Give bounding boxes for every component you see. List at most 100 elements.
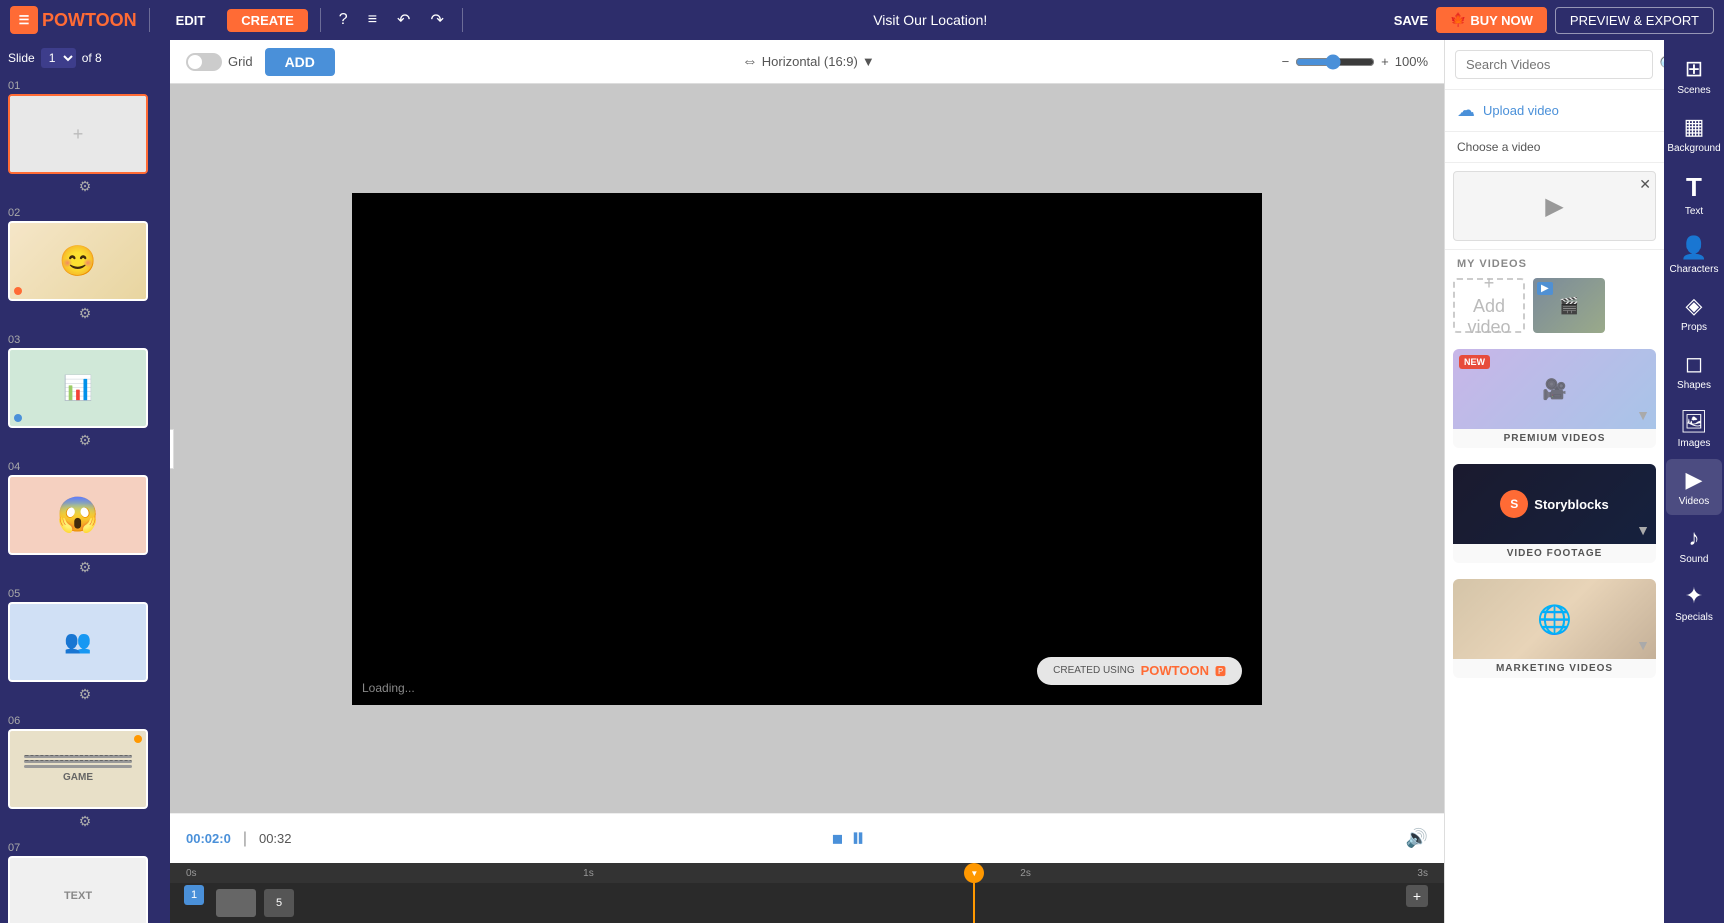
- slide-thumb-2[interactable]: 😊: [8, 221, 148, 301]
- topbar-divider2: [320, 8, 321, 32]
- slide-settings-4[interactable]: ⚙: [79, 559, 92, 576]
- slide-icon-bar-1: ⚙: [8, 174, 162, 199]
- slide-settings-5[interactable]: ⚙: [79, 686, 92, 703]
- watermark: CREATED USING POWTOON 🅿: [1037, 657, 1242, 685]
- topbar-divider1: [149, 8, 150, 32]
- slide-number-select[interactable]: 1 2 3 4 5 6 7 8: [41, 48, 76, 68]
- preview-export-button[interactable]: PREVIEW & EXPORT: [1555, 7, 1714, 34]
- slide-thumb-7[interactable]: TEXT: [8, 856, 148, 923]
- center-area: Grid ADD ⇔ Horizontal (16:9) ▼ − + 100% …: [170, 40, 1444, 923]
- images-icon: 🖼: [1680, 409, 1708, 435]
- slide-thumb-5[interactable]: 👥: [8, 602, 148, 682]
- add-button[interactable]: ADD: [265, 48, 335, 76]
- slide-label: Slide: [8, 51, 35, 65]
- slide-thumb-inner-5: 👥: [10, 604, 146, 680]
- slide-item-2[interactable]: 02 😊 ⚙: [8, 207, 162, 326]
- timeline-track: 5: [200, 883, 1444, 923]
- sidebar-item-shapes[interactable]: ◻ Shapes: [1666, 343, 1722, 399]
- slide-item-4[interactable]: 04 😱 ⚙: [8, 461, 162, 580]
- timeline-add-button[interactable]: +: [1406, 885, 1428, 907]
- create-button[interactable]: CREATE: [227, 9, 307, 32]
- help-button[interactable]: ?: [333, 7, 354, 33]
- upload-video-button[interactable]: ☁ Upload video: [1445, 90, 1664, 132]
- slide-thumb-4[interactable]: 😱: [8, 475, 148, 555]
- slide-icon-bar-5: ⚙: [8, 682, 162, 707]
- scenes-label: Scenes: [1677, 85, 1710, 96]
- zoom-plus[interactable]: +: [1381, 54, 1389, 69]
- timeline-marks: 0s 1s 2s 3s: [170, 868, 1444, 879]
- slide-item-3[interactable]: 03 📊 ⚙: [8, 334, 162, 453]
- add-video-plus-icon: +: [1484, 273, 1495, 294]
- background-icon: ▦: [1684, 114, 1705, 140]
- characters-label: Characters: [1670, 264, 1719, 275]
- save-button[interactable]: SAVE: [1394, 13, 1428, 28]
- playback-bar: 00:02:0 | 00:32 ⏹ ⏸ 🔊: [170, 813, 1444, 863]
- slide-thumb-3[interactable]: 📊: [8, 348, 148, 428]
- slide-item-5[interactable]: 05 👥 ⚙: [8, 588, 162, 707]
- playback-controls: ⏹ ⏸: [304, 822, 1394, 855]
- slide-thumb-inner-6: GAME: [10, 731, 146, 807]
- sidebar-item-characters[interactable]: 👤 Characters: [1666, 227, 1722, 283]
- slide-thumb-6[interactable]: GAME: [8, 729, 148, 809]
- specials-icon: ✦: [1685, 583, 1703, 609]
- presentation-title: Visit Our Location!: [475, 12, 1386, 28]
- choose-video-label: Choose a video: [1445, 132, 1664, 163]
- sidebar-item-images[interactable]: 🖼 Images: [1666, 401, 1722, 457]
- sidebar-item-scenes[interactable]: ⊞ Scenes: [1666, 48, 1722, 104]
- marketing-videos-section[interactable]: 🌐 ▼ MARKETING VIDEOS: [1453, 579, 1656, 678]
- buy-button[interactable]: 🍁 BUY NOW: [1436, 7, 1547, 33]
- text-icon: T: [1686, 172, 1702, 203]
- storyblocks-expand-icon: ▼: [1636, 522, 1650, 538]
- slide-settings-2[interactable]: ⚙: [79, 305, 92, 322]
- video-placeholder: ▶ ✕: [1453, 171, 1656, 241]
- toggle-knob: [188, 55, 202, 69]
- sidebar-item-props[interactable]: ◈ Props: [1666, 285, 1722, 341]
- sidebar-item-videos[interactable]: ▶ Videos: [1666, 459, 1722, 515]
- undo-button[interactable]: ↶: [391, 6, 416, 34]
- slide-number-4: 04: [8, 461, 162, 473]
- collapse-panel-button[interactable]: ‹: [170, 429, 174, 469]
- video-thumbnail-1[interactable]: 🎬 ▶: [1533, 278, 1605, 333]
- storyblocks-section[interactable]: S Storyblocks ▼ VIDEO FOOTAGE: [1453, 464, 1656, 563]
- slide-item-6[interactable]: 06 GAME ⚙: [8, 715, 162, 834]
- video-close-button[interactable]: ✕: [1639, 176, 1651, 193]
- slide-settings-3[interactable]: ⚙: [79, 432, 92, 449]
- slide-item-7[interactable]: 07 TEXT ⚙: [8, 842, 162, 923]
- aspect-ratio-selector[interactable]: ⇔ Horizontal (16:9) ▼: [742, 53, 875, 71]
- grid-toggle-switch[interactable]: [186, 53, 222, 71]
- icon-sidebar: ⊞ Scenes ▦ Background T Text 👤 Character…: [1664, 40, 1724, 923]
- zoom-slider[interactable]: [1295, 54, 1375, 70]
- sidebar-item-background[interactable]: ▦ Background: [1666, 106, 1722, 162]
- slide-settings-6[interactable]: ⚙: [79, 813, 92, 830]
- slide-thumb-1[interactable]: +: [8, 94, 148, 174]
- zoom-minus[interactable]: −: [1282, 54, 1290, 69]
- storyblocks-logo: S Storyblocks: [1500, 490, 1608, 518]
- slide-header: Slide 1 2 3 4 5 6 7 8 of 8: [0, 48, 170, 76]
- search-input[interactable]: [1455, 50, 1653, 79]
- logo-text: POWTOON: [42, 10, 137, 31]
- edit-button[interactable]: EDIT: [162, 9, 220, 32]
- sidebar-item-specials[interactable]: ✦ Specials: [1666, 575, 1722, 631]
- sidebar-item-sound[interactable]: ♪ Sound: [1666, 517, 1722, 573]
- slide-item-1[interactable]: 01 + ⚙: [8, 80, 162, 199]
- timeline-block-5: 5: [264, 889, 294, 917]
- new-badge: NEW: [1459, 355, 1490, 369]
- volume-button[interactable]: 🔊: [1406, 828, 1428, 849]
- add-video-button[interactable]: + Add video: [1453, 278, 1525, 333]
- shapes-label: Shapes: [1677, 380, 1711, 391]
- premium-camera-icon: 🎥: [1542, 377, 1567, 402]
- slide-settings-1[interactable]: ⚙: [79, 178, 92, 195]
- time-current: 00:02:0: [186, 831, 231, 846]
- loading-text: Loading...: [362, 681, 415, 695]
- props-icon: ◈: [1686, 293, 1703, 319]
- premium-videos-section[interactable]: NEW 🎥 ▼ PREMIUM VIDEOS: [1453, 349, 1656, 448]
- stop-button[interactable]: ⏹: [832, 826, 843, 852]
- pause-button[interactable]: ⏸: [851, 822, 865, 855]
- redo-button[interactable]: ↷: [424, 6, 449, 34]
- time-total: 00:32: [259, 831, 292, 846]
- notes-button[interactable]: ≡: [362, 7, 383, 33]
- slide-icon-bar-2: ⚙: [8, 301, 162, 326]
- sidebar-item-text[interactable]: T Text: [1666, 164, 1722, 225]
- my-videos-grid: + Add video 🎬 ▶: [1445, 274, 1664, 341]
- upload-label: Upload video: [1483, 103, 1559, 118]
